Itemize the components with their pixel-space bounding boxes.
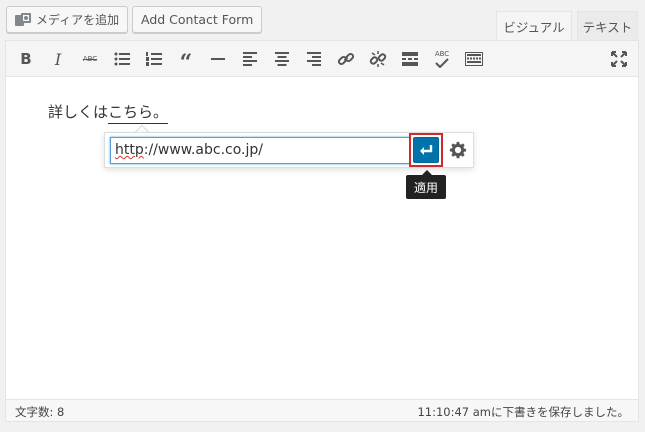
numbered-list-icon [146, 52, 162, 66]
strikethrough-icon: ABC [82, 55, 98, 63]
apply-link-button[interactable] [413, 137, 439, 163]
align-left-icon [243, 52, 257, 66]
unlink-icon [369, 51, 387, 67]
toolbar-toggle-button[interactable] [461, 46, 487, 72]
bullet-list-icon [114, 52, 130, 66]
horizontal-line-icon [211, 58, 225, 60]
apply-tooltip: 適用 [406, 170, 447, 199]
bold-button[interactable]: B [13, 46, 39, 72]
add-media-label: メディアを追加 [36, 13, 120, 27]
numbered-list-button[interactable] [141, 46, 167, 72]
fullscreen-icon [611, 51, 627, 67]
linked-text[interactable]: こちら。 [108, 103, 169, 124]
italic-icon: I [54, 49, 62, 69]
gear-icon [449, 141, 467, 159]
insert-link-button[interactable] [333, 46, 359, 72]
checkmark-icon [435, 57, 449, 68]
link-url-input[interactable]: http://www.abc.co.jp/ [110, 137, 410, 164]
bullet-list-button[interactable] [109, 46, 135, 72]
add-media-button[interactable]: メディアを追加 [6, 6, 129, 33]
editor-toolbar: B I ABC “ ABC [6, 41, 638, 77]
align-right-button[interactable] [301, 46, 327, 72]
italic-button[interactable]: I [45, 46, 71, 72]
read-more-icon [402, 52, 418, 66]
editor-top-bar: メディアを追加 Add Contact Form ビジュアル テキスト [0, 0, 645, 40]
word-count: 文字数: 8 [15, 405, 65, 419]
status-bar: 文字数: 8 11:10:47 amに下書きを保存しました。 [6, 399, 638, 421]
spellcheck-button[interactable]: ABC [429, 46, 455, 72]
spellcheck-label: ABC [434, 49, 450, 58]
remove-link-button[interactable] [365, 46, 391, 72]
url-misspelled-part: http [115, 142, 144, 158]
align-left-button[interactable] [237, 46, 263, 72]
link-options-button[interactable] [445, 137, 471, 163]
paragraph-text: 詳しくは [48, 103, 109, 121]
enter-icon [420, 145, 433, 155]
media-icon [15, 12, 31, 27]
align-center-button[interactable] [269, 46, 295, 72]
tab-text[interactable]: テキスト [577, 11, 638, 40]
fullscreen-button[interactable] [606, 46, 632, 72]
paragraph[interactable]: 詳しくはこちら。 [48, 101, 169, 124]
url-text: ://www.abc.co.jp/ [143, 142, 263, 158]
read-more-button[interactable] [397, 46, 423, 72]
link-popover: http://www.abc.co.jp/ [104, 132, 474, 168]
link-icon [337, 52, 355, 66]
editor-content[interactable]: 詳しくはこちら。 http://www.abc.co.jp/ 適用 [6, 77, 638, 401]
blockquote-icon: “ [179, 50, 193, 76]
horizontal-line-button[interactable] [205, 46, 231, 72]
strikethrough-button[interactable]: ABC [77, 46, 103, 72]
keyboard-icon [465, 52, 483, 66]
add-contact-form-button[interactable]: Add Contact Form [132, 6, 263, 33]
bold-icon: B [20, 50, 32, 68]
autosave-message: 11:10:47 amに下書きを保存しました。 [417, 405, 629, 419]
editor-container: B I ABC “ ABC 詳しくはこちら。 http://www.abc.co… [5, 40, 639, 422]
align-right-icon [307, 52, 321, 66]
blockquote-button[interactable]: “ [173, 46, 199, 76]
tab-visual[interactable]: ビジュアル [496, 11, 572, 40]
align-center-icon [275, 52, 289, 66]
